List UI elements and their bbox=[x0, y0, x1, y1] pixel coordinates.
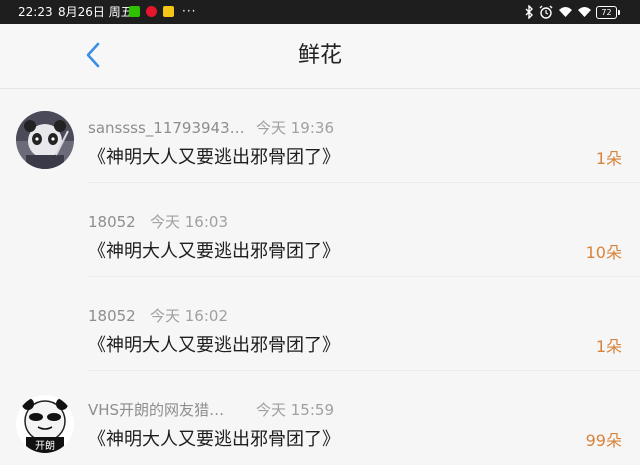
back-button[interactable] bbox=[78, 38, 112, 72]
wifi-icon-secondary bbox=[578, 7, 591, 17]
list-item[interactable]: sanssss_11793943… 今天 19:36 《神明大人又要逃出邪骨团了… bbox=[0, 89, 640, 183]
book-title[interactable]: 《神明大人又要逃出邪骨团了》 bbox=[88, 241, 340, 263]
gift-time: 今天 16:03 bbox=[150, 213, 228, 231]
weibo-notification-icon bbox=[146, 6, 157, 17]
user-name[interactable]: 18052 bbox=[88, 213, 136, 231]
user-name[interactable]: 18052 bbox=[88, 307, 136, 325]
book-title[interactable]: 《神明大人又要逃出邪骨团了》 bbox=[88, 335, 340, 357]
user-name[interactable]: sanssss_11793943… bbox=[88, 119, 245, 137]
book-title[interactable]: 《神明大人又要逃出邪骨团了》 bbox=[88, 147, 340, 169]
flower-count: 99朵 bbox=[585, 431, 622, 450]
status-date: 8月26日 周五 bbox=[58, 5, 133, 19]
wechat-notification-icon bbox=[129, 6, 140, 17]
cartoon-avatar-icon: 开朗 bbox=[16, 395, 74, 453]
gift-time: 今天 15:59 bbox=[256, 401, 334, 419]
battery-icon: 72 bbox=[596, 6, 620, 19]
alarm-icon bbox=[539, 5, 553, 19]
list-item[interactable]: 18052 今天 16:03 《神明大人又要逃出邪骨团了》 10朵 bbox=[0, 183, 640, 277]
avatar[interactable]: 开朗 bbox=[16, 395, 74, 453]
avatar-caption: 开朗 bbox=[35, 440, 55, 452]
app-notification-icon bbox=[163, 6, 174, 17]
book-title[interactable]: 《神明大人又要逃出邪骨团了》 bbox=[88, 429, 340, 451]
flower-count: 10朵 bbox=[585, 243, 622, 262]
gift-time: 今天 19:36 bbox=[256, 119, 334, 137]
list-item[interactable]: 开朗 VHS开朗的网友猎… 今天 15:59 《神明大人又要逃出邪骨团了》 99… bbox=[0, 371, 640, 465]
user-name[interactable]: VHS开朗的网友猎… bbox=[88, 401, 224, 419]
flower-count: 1朵 bbox=[595, 337, 622, 356]
gift-time: 今天 16:02 bbox=[150, 307, 228, 325]
header-bar: 鲜花 bbox=[0, 24, 640, 89]
more-notifications-icon: ··· bbox=[182, 4, 197, 18]
status-time: 22:23 bbox=[18, 5, 53, 19]
chevron-left-icon bbox=[86, 42, 100, 68]
avatar[interactable] bbox=[16, 111, 74, 169]
bluetooth-icon bbox=[525, 5, 533, 19]
flower-count: 1朵 bbox=[595, 149, 622, 168]
wifi-icon-primary bbox=[559, 7, 572, 17]
status-bar: 22:23 8月26日 周五 ··· 72 bbox=[0, 0, 640, 24]
list-item[interactable]: 18052 今天 16:02 《神明大人又要逃出邪骨团了》 1朵 bbox=[0, 277, 640, 371]
panda-avatar-icon bbox=[16, 111, 74, 169]
